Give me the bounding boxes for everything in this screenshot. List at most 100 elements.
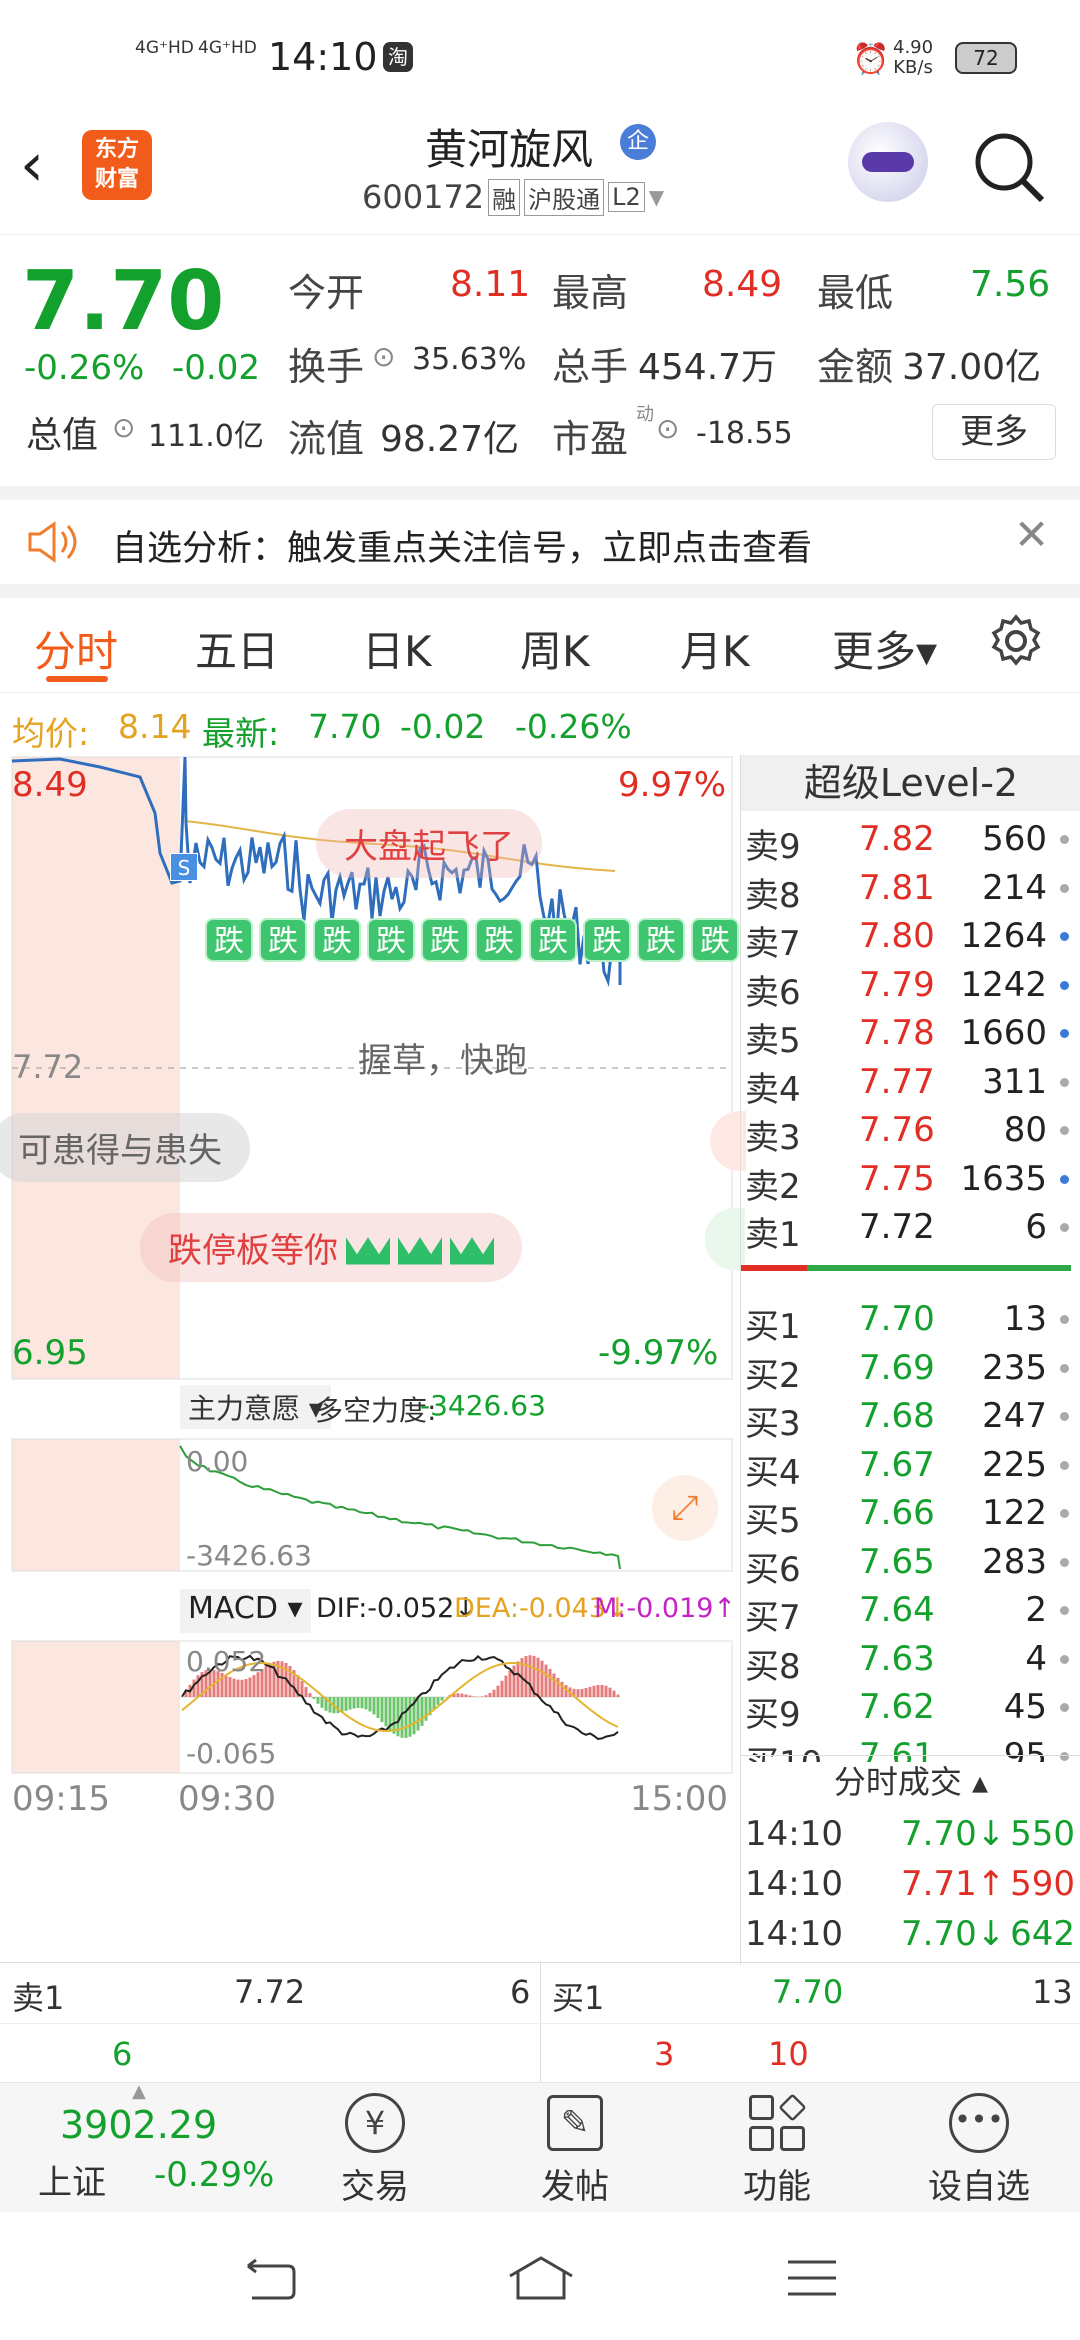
book-title[interactable]: 超级Level-2 [741, 755, 1080, 811]
back-icon[interactable]: ‹ [20, 130, 44, 200]
speaker-icon [28, 521, 77, 563]
ask-row[interactable]: 卖2 7.75 1635 [741, 1155, 1080, 1207]
stock-header: ‹ 东方 财富 黄河旋风 企 600172 融 沪股通 L2 ▼ [0, 110, 1080, 235]
nav-watchlist[interactable]: ••• 设自选 [904, 2093, 1054, 2208]
stock-code: 600172 [362, 178, 485, 216]
indicator-select[interactable]: 主力意愿 ▾ [180, 1385, 331, 1429]
info-icon[interactable]: ⊙ [656, 412, 679, 445]
trades-header[interactable]: 分时成交 ▴ [741, 1757, 1080, 1807]
trade-price: 7.70↓ [901, 1914, 1006, 1954]
net-speed: 4.90 KB/s [893, 37, 934, 78]
bid-row[interactable]: 买5 7.66 122 [741, 1489, 1080, 1541]
level-volume: 283 [982, 1541, 1047, 1582]
bid-row[interactable]: 买2 7.69 235 [741, 1344, 1080, 1396]
emoji-row: 跌跌跌跌跌跌跌跌跌跌 [205, 918, 740, 964]
bid-row[interactable]: 买3 7.68 247 [741, 1392, 1080, 1444]
ask-row[interactable]: 卖7 7.80 1264 [741, 912, 1080, 964]
tab-more[interactable]: 更多▾ [832, 618, 937, 679]
level-price: 7.67 [859, 1444, 935, 1485]
index-value: 3902.29 [60, 2103, 218, 2147]
level-price: 7.72 [859, 1207, 935, 1247]
bid-row[interactable]: 买8 7.63 4 [741, 1635, 1080, 1687]
tab-daily-k[interactable]: 日K [362, 618, 432, 679]
ask-row[interactable]: 卖9 7.82 560 [741, 815, 1080, 867]
level-price: 7.63 [859, 1638, 935, 1679]
dropdown-icon[interactable]: ▼ [649, 185, 664, 209]
pre-market-area [12, 1641, 180, 1773]
nav-post[interactable]: ✎ 发帖 [500, 2093, 650, 2208]
high-value: 8.49 [702, 264, 783, 305]
last-price: 7.70 [22, 254, 225, 349]
level-price: 7.64 [859, 1590, 935, 1630]
bid-row[interactable]: 买7 7.64 2 [741, 1586, 1080, 1638]
ask-row[interactable]: 卖4 7.77 311 [741, 1058, 1080, 1110]
fall-emoji: 跌 [583, 918, 631, 962]
nav-function-label: 功能 [743, 2167, 811, 2207]
nav-trade[interactable]: ¥ 交易 [300, 2093, 450, 2208]
comment-bubble[interactable]: 可患得与患失 [0, 1113, 250, 1182]
ask-row[interactable]: 卖8 7.81 214 [741, 864, 1080, 916]
menu-nav-icon[interactable] [784, 2256, 840, 2300]
open-value: 8.11 [450, 264, 531, 305]
ask-row[interactable]: 卖1 7.72 6 [741, 1203, 1080, 1255]
ask-row[interactable]: 卖3 7.76 80 [741, 1106, 1080, 1158]
float-value: 98.27亿 [380, 419, 520, 460]
home-nav-icon[interactable] [506, 2252, 576, 2302]
more-button[interactable]: 更多 [932, 404, 1056, 460]
tab-weekly-k[interactable]: 周K [520, 618, 590, 679]
comment-bubble[interactable]: 跌停板等你 [140, 1213, 522, 1282]
back-nav-icon[interactable] [240, 2256, 300, 2300]
bid-row[interactable]: 买6 7.65 283 [741, 1538, 1080, 1590]
level-dot [1060, 1029, 1069, 1038]
search-icon[interactable] [972, 130, 1048, 206]
level-price: 7.79 [859, 964, 935, 1005]
change-percent: -0.26% [24, 348, 145, 388]
dif-value: DIF:-0.052↓ [316, 1593, 477, 1624]
ask-row[interactable]: 卖5 7.78 1660 [741, 1009, 1080, 1061]
pe-value: -18.55 [696, 416, 793, 451]
tab-intraday[interactable]: 分时 [34, 618, 118, 679]
robot-assistant-icon[interactable] [848, 122, 928, 202]
bid-row[interactable]: 买9 7.62 45 [741, 1683, 1080, 1735]
level-dot [1060, 1174, 1069, 1184]
fall-emoji: 跌 [205, 918, 253, 962]
nav-function[interactable]: 功能 [702, 2093, 852, 2208]
ratio-bar [741, 1265, 1071, 1271]
float-label: 流值 [288, 417, 365, 461]
level-dot [1060, 1557, 1069, 1567]
comment-bubble[interactable]: 大盘起飞了 [316, 809, 542, 878]
level-dot [1060, 932, 1069, 941]
info-icon[interactable]: ⊙ [372, 340, 395, 373]
macd-select[interactable]: MACD ▾ [180, 1589, 311, 1633]
market-cap: 111.0亿 [148, 419, 264, 454]
close-icon[interactable]: ✕ [1014, 510, 1049, 559]
more-dots-icon: ••• [949, 2093, 1009, 2153]
bid-row[interactable]: 买4 7.67 225 [741, 1441, 1080, 1493]
level-price: 7.80 [859, 916, 935, 956]
level-label: 卖9 [745, 827, 801, 867]
ask-row[interactable]: 卖6 7.79 1242 [741, 961, 1080, 1013]
comment-text: 跌停板等你 [168, 1231, 338, 1271]
intraday-chart[interactable]: 8.49 9.97% 7.72 6.95 -9.97% S 大盘起飞了 握草，快… [0, 753, 746, 1953]
level-label: 卖1 [745, 1215, 801, 1255]
tab-five-day[interactable]: 五日 [195, 618, 279, 679]
index-name: 上证 [38, 2163, 106, 2203]
index-ticker[interactable]: ▲ 3902.29 上证 -0.29% [0, 2081, 280, 2213]
level-price: 7.82 [859, 819, 935, 859]
tab-monthly-k[interactable]: 月K [680, 618, 750, 679]
high-label: 最高 [552, 271, 629, 315]
comment-bubble[interactable]: 握草，快跑 [330, 1023, 556, 1092]
fall-emoji: 跌 [691, 918, 739, 962]
turnover-label: 换手 [288, 345, 365, 389]
settings-gear-icon[interactable] [988, 613, 1044, 669]
bid-row[interactable]: 买1 7.70 13 [741, 1295, 1080, 1347]
expand-icon[interactable]: ⤢ [652, 1475, 718, 1541]
sell-marker[interactable]: S [170, 853, 198, 881]
caret-up-icon: ▲ [132, 2081, 146, 2102]
level-label: 买5 [745, 1501, 801, 1541]
level-volume: 560 [982, 819, 1047, 859]
latest-value: 7.70 [308, 707, 382, 746]
info-icon[interactable]: ⊙ [112, 411, 135, 444]
analysis-banner[interactable]: 自选分析：触发重点关注信号，立即点击查看 ✕ [0, 500, 1080, 584]
latest-change: -0.02 [400, 707, 486, 746]
